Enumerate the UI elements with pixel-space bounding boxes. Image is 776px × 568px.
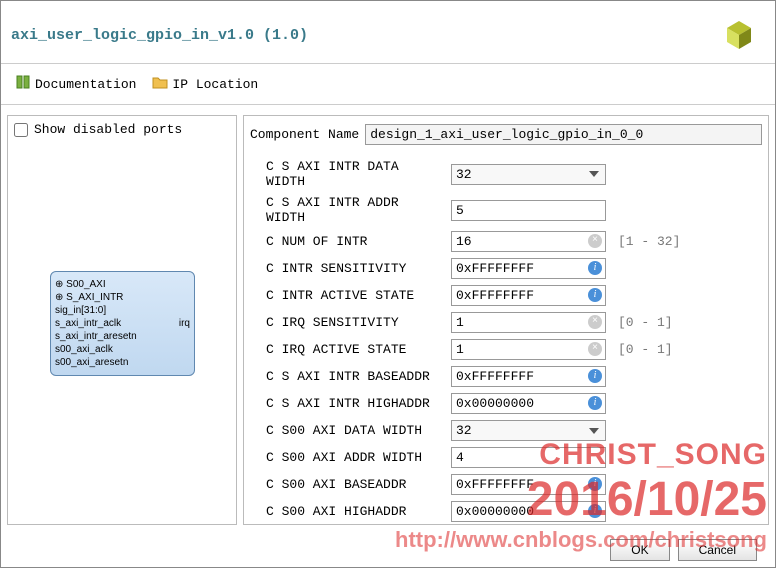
- param-input[interactable]: [451, 366, 606, 387]
- parameters-panel: Component Name C S AXI INTR DATA WIDTH 32…: [243, 115, 769, 525]
- vivado-logo-icon: [723, 19, 755, 51]
- tab-documentation-label: Documentation: [35, 77, 136, 92]
- param-row: C S AXI INTR DATA WIDTH 32: [250, 159, 762, 189]
- param-field: i: [451, 501, 606, 522]
- port-in: s_axi_intr_aresetn: [55, 330, 190, 343]
- param-field: ×: [451, 231, 606, 252]
- port-in: sig_in[31:0]: [55, 304, 190, 317]
- param-input[interactable]: 32: [451, 164, 606, 185]
- param-field: i: [451, 393, 606, 414]
- clear-icon[interactable]: ×: [588, 342, 602, 356]
- folder-icon: [152, 74, 168, 94]
- param-field: i: [451, 285, 606, 306]
- cancel-button[interactable]: Cancel: [678, 539, 757, 561]
- param-input[interactable]: 32: [451, 420, 606, 441]
- param-label: C S AXI INTR BASEADDR: [250, 369, 445, 384]
- param-field: [451, 200, 606, 221]
- ok-button[interactable]: OK: [610, 539, 669, 561]
- param-hint: [0 - 1]: [618, 342, 673, 357]
- ip-block-symbol[interactable]: ⊕ S00_AXI⊕ S_AXI_INTRsig_in[31:0]s_axi_i…: [50, 271, 195, 376]
- param-input[interactable]: [451, 447, 606, 468]
- param-label: C S00 AXI HIGHADDR: [250, 504, 445, 519]
- param-input[interactable]: [451, 285, 606, 306]
- param-input[interactable]: [451, 339, 606, 360]
- param-input[interactable]: [451, 312, 606, 333]
- param-label: C S AXI INTR HIGHADDR: [250, 396, 445, 411]
- param-input[interactable]: [451, 393, 606, 414]
- param-label: C S00 AXI ADDR WIDTH: [250, 450, 445, 465]
- show-disabled-ports-checkbox[interactable]: [14, 123, 28, 137]
- param-hint: [1 - 32]: [618, 234, 680, 249]
- header: axi_user_logic_gpio_in_v1.0 (1.0): [1, 1, 775, 64]
- info-icon[interactable]: i: [588, 369, 602, 383]
- param-row: C S00 AXI BASEADDR i: [250, 474, 762, 495]
- toolbar: Documentation IP Location: [1, 64, 775, 105]
- param-hint: [0 - 1]: [618, 315, 673, 330]
- port-in: ⊕ S_AXI_INTR: [55, 291, 190, 304]
- param-field: ×: [451, 339, 606, 360]
- info-icon[interactable]: i: [588, 288, 602, 302]
- tab-ip-location-label: IP Location: [172, 77, 258, 92]
- port-in: s00_axi_aclk: [55, 343, 190, 356]
- param-input[interactable]: [451, 200, 606, 221]
- param-row: C S00 AXI DATA WIDTH 32: [250, 420, 762, 441]
- param-label: C INTR SENSITIVITY: [250, 261, 445, 276]
- port-in: ⊕ S00_AXI: [55, 278, 190, 291]
- info-icon[interactable]: i: [588, 504, 602, 518]
- info-icon[interactable]: i: [588, 477, 602, 491]
- show-disabled-ports-label: Show disabled ports: [34, 122, 182, 137]
- info-icon[interactable]: i: [588, 396, 602, 410]
- param-row: C NUM OF INTR × [1 - 32]: [250, 231, 762, 252]
- param-label: C S00 AXI BASEADDR: [250, 477, 445, 492]
- param-input[interactable]: [451, 501, 606, 522]
- param-field: 32: [451, 164, 606, 185]
- dialog-buttons: OK Cancel: [610, 539, 757, 561]
- param-row: C S AXI INTR ADDR WIDTH: [250, 195, 762, 225]
- param-field: i: [451, 258, 606, 279]
- param-input[interactable]: [451, 258, 606, 279]
- param-row: C S00 AXI ADDR WIDTH: [250, 447, 762, 468]
- param-row: C IRQ SENSITIVITY × [0 - 1]: [250, 312, 762, 333]
- param-input[interactable]: [451, 231, 606, 252]
- info-icon[interactable]: i: [588, 261, 602, 275]
- param-field: i: [451, 474, 606, 495]
- tab-documentation[interactable]: Documentation: [9, 72, 142, 96]
- component-name-label: Component Name: [250, 127, 359, 142]
- param-row: C S AXI INTR HIGHADDR i: [250, 393, 762, 414]
- book-icon: [15, 74, 31, 94]
- param-label: C S AXI INTR DATA WIDTH: [250, 159, 445, 189]
- clear-icon[interactable]: ×: [588, 315, 602, 329]
- param-label: C S00 AXI DATA WIDTH: [250, 423, 445, 438]
- param-label: C INTR ACTIVE STATE: [250, 288, 445, 303]
- param-row: C IRQ ACTIVE STATE × [0 - 1]: [250, 339, 762, 360]
- component-name-input[interactable]: [365, 124, 762, 145]
- port-in: s00_axi_aresetn: [55, 356, 190, 369]
- param-field: i: [451, 366, 606, 387]
- port-in: s_axi_intr_aclkirq: [55, 317, 190, 330]
- tab-ip-location[interactable]: IP Location: [146, 72, 264, 96]
- param-label: C S AXI INTR ADDR WIDTH: [250, 195, 445, 225]
- param-field: [451, 447, 606, 468]
- param-label: C IRQ ACTIVE STATE: [250, 342, 445, 357]
- block-diagram-panel: Show disabled ports ⊕ S00_AXI⊕ S_AXI_INT…: [7, 115, 237, 525]
- param-row: C INTR ACTIVE STATE i: [250, 285, 762, 306]
- param-label: C IRQ SENSITIVITY: [250, 315, 445, 330]
- page-title: axi_user_logic_gpio_in_v1.0 (1.0): [11, 27, 308, 44]
- param-row: C S00 AXI HIGHADDR i: [250, 501, 762, 522]
- main: Show disabled ports ⊕ S00_AXI⊕ S_AXI_INT…: [1, 105, 775, 531]
- param-field: 32: [451, 420, 606, 441]
- param-field: ×: [451, 312, 606, 333]
- param-input[interactable]: [451, 474, 606, 495]
- param-row: C S AXI INTR BASEADDR i: [250, 366, 762, 387]
- clear-icon[interactable]: ×: [588, 234, 602, 248]
- param-row: C INTR SENSITIVITY i: [250, 258, 762, 279]
- param-label: C NUM OF INTR: [250, 234, 445, 249]
